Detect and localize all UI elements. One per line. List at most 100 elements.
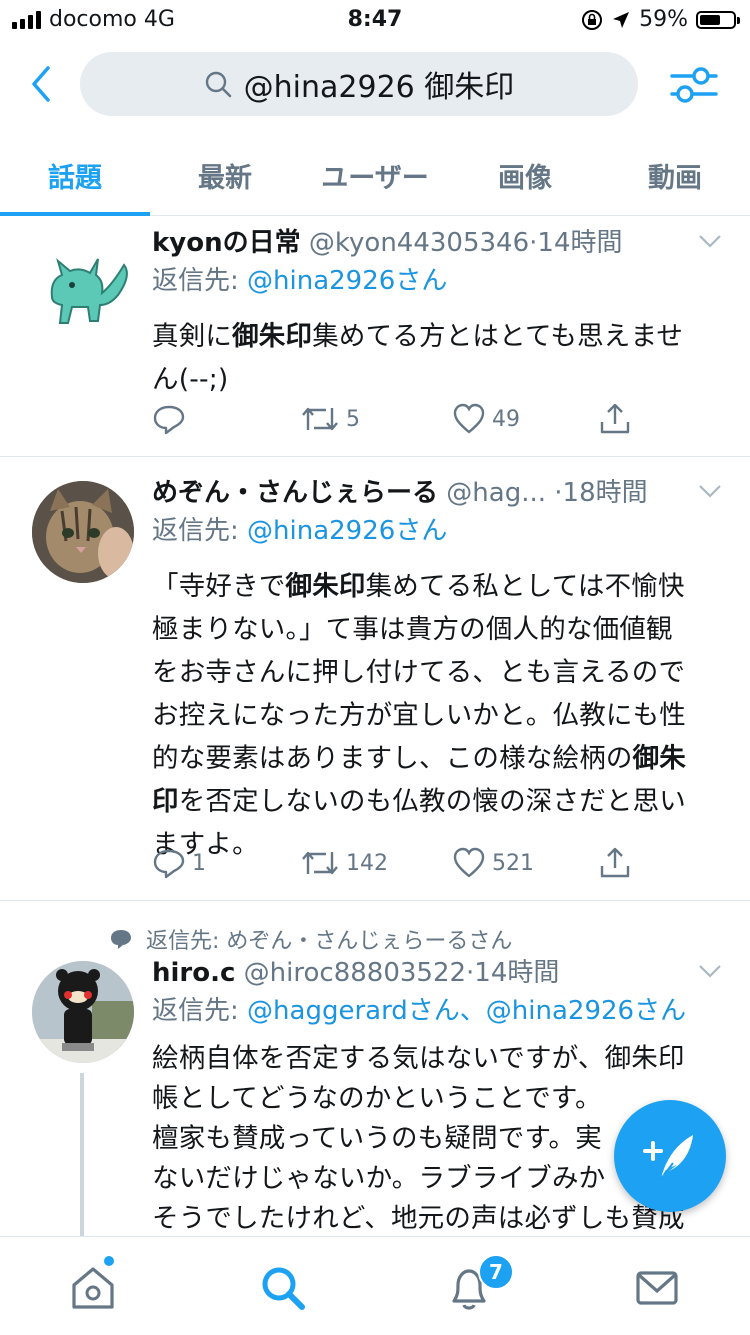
tweet-header: めぞん・さんじぇらーる @hag... ·18時間 [152,475,720,511]
like-count: 49 [492,406,520,432]
tweet-text: 「寺好きで御朱印集めてる私としては不愉快 極まりない。」て事は貴方の個人的な価値観… [152,565,720,866]
reply-to-line: 返信先: @hina2926さん [152,511,720,551]
chevron-down-icon[interactable] [698,233,722,249]
compose-tweet-button[interactable] [614,1100,726,1212]
text-line: 檀家も賛成っていうのも疑問です。実 [152,1123,602,1154]
reply-context: 返信先: めぞん・さんじぇらーるさん [110,923,512,955]
highlighted-term: 印 [152,786,179,817]
text-span: 的な要素はありますし、この様な絵柄の [152,743,633,774]
text-span: 真剣に [152,321,233,352]
timestamp[interactable]: ·14時間 [466,958,559,988]
thread-line [80,1073,84,1236]
text-span: 極まりない。」て事は貴方の個人的な価値観 [152,614,673,645]
tweet[interactable]: めぞん・さんじぇらーる @hag... ·18時間 返信先: @hina2926… [0,457,750,901]
display-name[interactable]: kyonの日常 [152,228,301,258]
avatar[interactable] [32,235,134,337]
tweet-actions: 5 49 [152,402,632,442]
status-bar: docomo 4G 8:47 59% [0,0,750,40]
reply-icon [153,849,185,879]
reply-count: 1 [192,850,206,876]
share-button[interactable] [598,846,632,880]
heart-icon [453,847,485,878]
retweet-icon [302,407,338,431]
reply-context-text[interactable]: 返信先: めぞん・さんじぇらーるさん [146,923,512,955]
timestamp[interactable]: ·14時間 [529,228,622,258]
heart-icon [453,403,485,434]
highlighted-term: 御朱印 [232,321,313,352]
reply-to-link[interactable]: @hina2926さん [247,266,447,296]
text-span: ん(--;) [152,364,229,395]
tab-videos[interactable]: 動画 [600,140,750,215]
messages-envelope-icon[interactable] [632,1263,682,1313]
tweet-header: kyonの日常 @kyon44305346·14時間 [152,225,720,261]
avatar[interactable] [32,961,134,1063]
reply-icon [153,405,185,435]
avatar-image [32,481,134,583]
compose-feather-icon [643,1135,693,1180]
display-name[interactable]: hiro.c [152,958,235,988]
reply-prefix: 返信先: [152,516,248,546]
reply-prefix: 返信先: [152,996,248,1026]
tweet[interactable]: kyonの日常 @kyon44305346·14時間 返信先: @hina292… [0,217,750,457]
display-name[interactable]: めぞん・さんじぇらーる [152,478,438,508]
tab-latest[interactable]: 最新 [150,140,300,215]
search-icon[interactable] [258,1263,308,1313]
back-icon[interactable] [24,62,64,106]
reply-to-line: 返信先: @haggerardさん、@hina2926さん [152,991,720,1031]
text-line: 絵柄自体を否定する気はないですが、御朱印 [152,1043,685,1074]
bottom-nav [0,1236,750,1335]
like-button[interactable]: 49 [452,402,520,436]
text-span: 集めてる方とはとても思えませ [312,321,684,352]
reply-button[interactable]: 1 [152,846,206,880]
battery-icon [696,10,740,29]
home-icon[interactable] [68,1263,118,1313]
avatar[interactable] [32,481,134,583]
retweet-button[interactable]: 5 [300,402,360,436]
tweet-content: kyonの日常 @kyon44305346·14時間 返信先: @hina292… [152,225,722,401]
reply-prefix: 返信先: [152,266,248,296]
timestamp[interactable]: ·18時間 [554,478,647,508]
share-icon [600,403,630,434]
tweet-text: 真剣に御朱印集めてる方とはとても思えません(--;) [152,315,720,401]
search-icon [205,71,231,98]
text-line: 帳としてどうなのかということです。 [152,1083,602,1114]
highlighted-term: 御朱印 [285,571,366,602]
share-icon [600,847,630,878]
text-line: そうでしたけれど、地元の声は必ずしも賛成 [152,1203,685,1234]
text-span: 集めてる私としては不愉快 [365,571,685,602]
share-button[interactable] [598,402,632,436]
retweet-button[interactable]: 142 [300,846,388,880]
text-span: 「寺好きで [152,571,286,602]
chevron-down-icon[interactable] [698,963,722,979]
battery-percent: 59% [639,7,688,32]
chevron-down-icon[interactable] [698,483,722,499]
tweet-content: めぞん・さんじぇらーる @hag... ·18時間 返信先: @hina2926… [152,475,722,866]
like-button[interactable]: 521 [452,846,534,880]
reply-to-line: 返信先: @hina2926さん [152,261,720,301]
location-icon [613,11,630,28]
reply-to-link[interactable]: @haggerardさん、@hina2926さん [247,996,686,1026]
username[interactable]: @kyon44305346 [309,228,529,258]
text-span: を否定しないのも仏教の懐の深さだと思い [178,786,687,817]
like-count: 521 [492,850,534,876]
highlighted-term: 御朱 [632,743,687,774]
retweet-count: 142 [346,850,388,876]
tab-users[interactable]: ユーザー [300,140,450,215]
tweet-actions: 1 142 521 [152,846,632,886]
retweet-count: 5 [346,406,360,432]
speech-bubble-icon [111,930,131,949]
status-right: 59% [581,7,740,32]
tab-trending[interactable]: 話題 [0,140,150,216]
username[interactable]: @hag... [446,478,546,508]
reply-to-link[interactable]: @hina2926さん [247,516,447,546]
home-unread-dot [104,1256,114,1266]
tab-images[interactable]: 画像 [450,140,600,215]
search-input[interactable]: @hina2926 御朱印 [80,52,638,116]
search-tabs: 話題 最新 ユーザー 画像 動画 [0,140,750,216]
username[interactable]: @hiroc88803522 [244,958,466,988]
text-line: ないだけじゃないか。ラブライブみか [152,1163,606,1194]
search-query: @hina2926 御朱印 [243,70,515,105]
filter-settings-icon[interactable] [668,62,720,108]
avatar-image [32,961,134,1063]
reply-button[interactable] [152,402,192,436]
